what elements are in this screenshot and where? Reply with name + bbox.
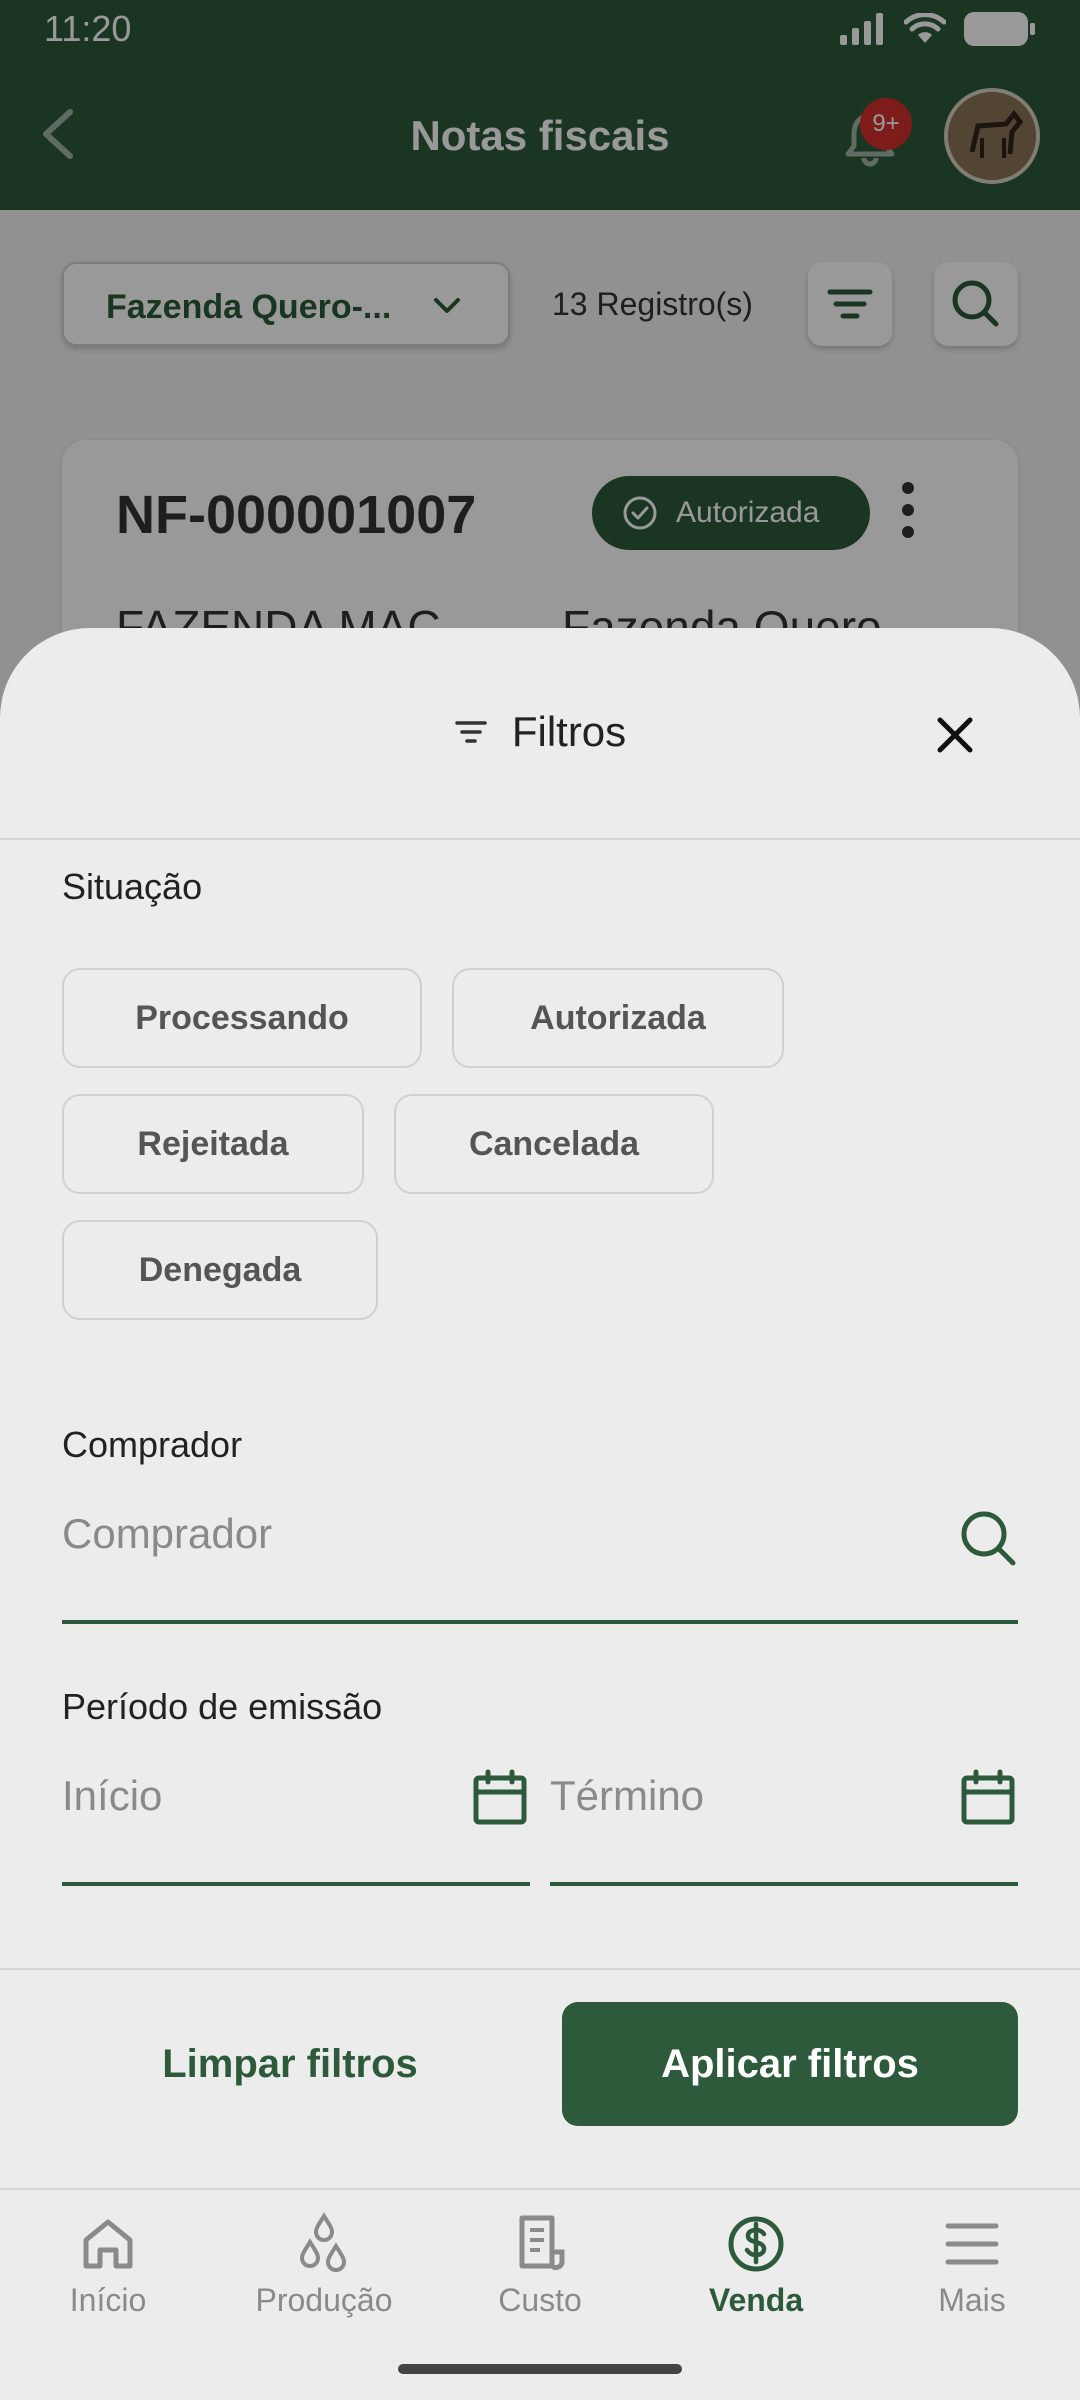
sheet-title: Filtros [511,708,627,755]
situacao-label: Situação [62,866,203,907]
end-date-input[interactable]: Término [550,1760,1018,1886]
calendar-icon[interactable] [958,1768,1018,1828]
nav-label-mais: Mais [938,2282,1006,2318]
nav-item-custo[interactable]: Custo [432,2212,648,2342]
nav-label-venda: Venda [708,2282,804,2318]
chip-denegada[interactable]: Denegada [62,1220,378,1320]
start-date-input[interactable]: Início [62,1760,530,1886]
start-date-placeholder: Início [62,1772,163,1819]
nav-item-producao[interactable]: Produção [216,2212,432,2342]
chip-cancelada[interactable]: Cancelada [394,1094,714,1194]
nav-item-venda[interactable]: Venda [648,2212,864,2342]
home-indicator [398,2364,682,2374]
close-icon[interactable] [930,710,980,760]
clear-filters-button[interactable]: Limpar filtros [62,2002,518,2126]
filters-sheet: Filtros Situação Processando Autorizada … [0,628,1080,2400]
chip-processando[interactable]: Processando [62,968,422,1068]
nav-item-mais[interactable]: Mais [864,2212,1080,2342]
periodo-label: Período de emissão [62,1686,383,1727]
nav-label-custo: Custo [498,2282,582,2318]
footer-divider [0,1968,1080,1970]
comprador-input[interactable]: Comprador [62,1498,1018,1624]
end-date-placeholder: Término [550,1772,705,1819]
menu-icon [945,2223,999,2265]
receipt-icon [519,2215,565,2271]
apply-filters-button[interactable]: Aplicar filtros [562,2002,1018,2126]
comprador-label: Comprador [62,1424,243,1465]
drops-icon [299,2212,347,2272]
home-icon [83,2219,133,2269]
nav-label-producao: Produção [255,2282,393,2318]
calendar-icon[interactable] [470,1768,530,1828]
filter-icon [455,721,487,743]
filters-sheet-header: Filtros [0,628,1080,840]
chip-autorizada[interactable]: Autorizada [452,968,784,1068]
chip-rejeitada[interactable]: Rejeitada [62,1094,364,1194]
nav-label-inicio: Início [69,2282,147,2318]
nav-item-inicio[interactable]: Início [0,2212,216,2342]
dollar-circle-icon [728,2216,784,2272]
search-icon[interactable] [958,1508,1018,1568]
comprador-placeholder: Comprador [62,1510,273,1557]
